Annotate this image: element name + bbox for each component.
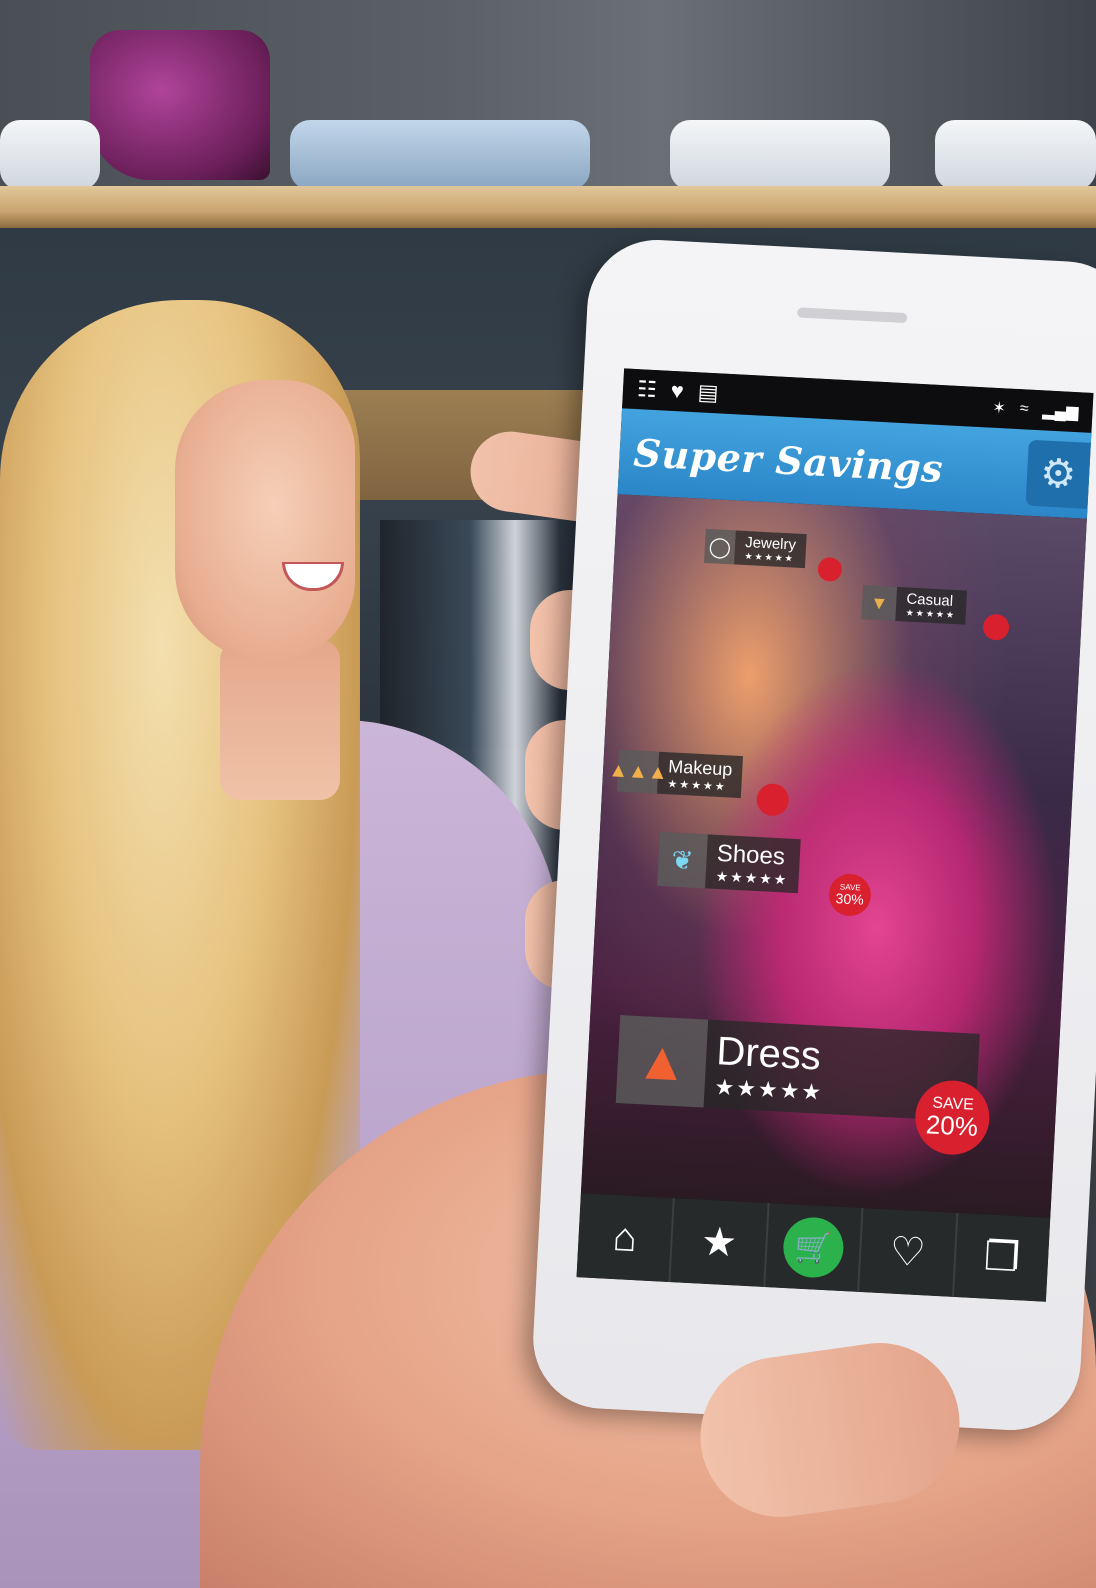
phone-speaker (797, 307, 908, 324)
nav-chat[interactable]: ♡ (859, 1208, 959, 1297)
app-title: Super Savings (632, 429, 945, 491)
smartphone: ☷ ♥ ▤ ✶ ≈ ▂▄▆ Super Savings ⚙ ◯ Jewelry … (529, 236, 1096, 1434)
necklace-icon: ◯ (704, 528, 736, 565)
sneaker-icon: ▼ (861, 585, 898, 621)
heart-icon: ♥ (670, 377, 685, 404)
chat-icon: ♡ (888, 1229, 927, 1276)
heel-icon: ❦ (657, 831, 708, 889)
folded-clothes (0, 120, 100, 190)
tag-label: Shoes (716, 839, 786, 870)
network-icon: ☷ (636, 376, 658, 403)
ar-tag-casual[interactable]: ▼ Casual ★★★★★ (861, 585, 1010, 641)
windows-icon: ❐ (982, 1234, 1022, 1281)
gear-icon: ⚙ (1039, 451, 1078, 498)
folded-clothes (935, 120, 1096, 190)
save-badge: SAVE 30% (827, 872, 872, 917)
folded-clothes (670, 120, 890, 190)
nav-windows[interactable]: ❐ (954, 1213, 1051, 1302)
photo-scene: ☷ ♥ ▤ ✶ ≈ ▂▄▆ Super Savings ⚙ ◯ Jewelry … (0, 0, 1096, 1588)
woman-neck (220, 640, 340, 800)
dress-icon: ▲ (615, 1015, 709, 1108)
phone-screen: ☷ ♥ ▤ ✶ ≈ ▂▄▆ Super Savings ⚙ ◯ Jewelry … (576, 368, 1094, 1302)
signal-icon: ▂▄▆ (1042, 402, 1079, 422)
wifi-icon: ≈ (1019, 400, 1030, 418)
boot-on-shelf (90, 30, 270, 180)
star-icon: ★ (700, 1219, 739, 1266)
wooden-shelf (0, 186, 1096, 228)
cart-icon: 🛒 (781, 1215, 845, 1280)
rating-stars: ★★★★★ (667, 778, 727, 794)
ar-tag-makeup[interactable]: ▲▲▲ Makeup ★★★★★ (608, 749, 790, 817)
ar-tag-dress[interactable]: ▲ Dress ★★★★★ SAVE 20% (615, 1015, 992, 1157)
tag-label: Dress (715, 1028, 823, 1079)
nav-favorites[interactable]: ★ (670, 1198, 770, 1288)
rating-stars: ★★★★★ (715, 867, 789, 888)
badge-percent: 30% (835, 890, 865, 908)
folded-clothes (290, 120, 590, 190)
save-badge (817, 556, 843, 583)
home-icon: ⌂ (611, 1214, 639, 1260)
badge-percent: 20% (925, 1109, 979, 1142)
save-badge (982, 613, 1010, 641)
image-icon: ▤ (697, 379, 720, 406)
ar-tag-jewelry[interactable]: ◯ Jewelry ★★★★★ (704, 528, 843, 583)
nav-cart[interactable]: 🛒 (765, 1203, 864, 1292)
ar-camera-view: ◯ Jewelry ★★★★★ ▼ Casual ★★★★★ ▲▲▲ Makeu… (580, 494, 1087, 1218)
save-badge (755, 782, 790, 817)
lipstick-icon: ▲▲▲ (608, 749, 668, 794)
nav-home[interactable]: ⌂ (576, 1193, 676, 1283)
rating-stars: ★★★★★ (714, 1073, 824, 1105)
rating-stars: ★★★★★ (744, 550, 796, 564)
settings-button[interactable]: ⚙ (1025, 439, 1091, 509)
rating-stars: ★★★★★ (905, 607, 957, 621)
ar-tag-shoes[interactable]: ❦ Shoes ★★★★★ SAVE 30% (657, 831, 872, 917)
bluetooth-icon: ✶ (991, 399, 1007, 418)
woman-face (175, 380, 355, 660)
